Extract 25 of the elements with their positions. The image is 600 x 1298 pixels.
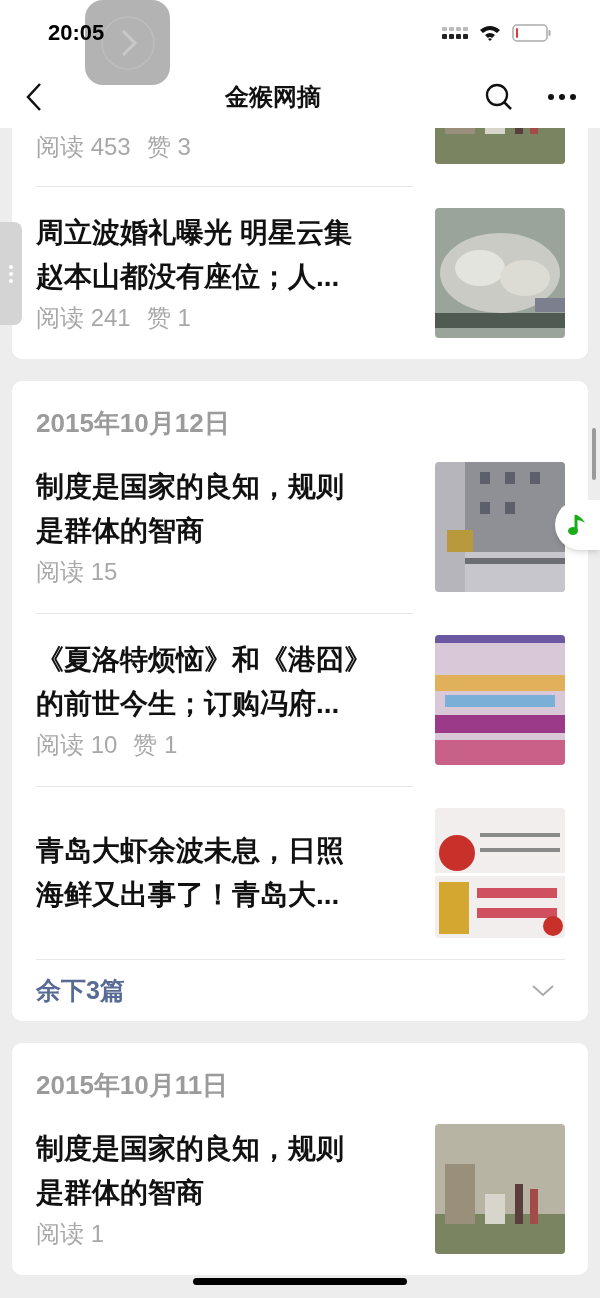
date-heading: 2015年10月12日: [36, 407, 231, 440]
like-count: 赞 1: [133, 730, 178, 760]
chevron-down-icon: [531, 983, 555, 998]
scrollbar: [592, 428, 596, 480]
status-time: 20:05: [48, 19, 105, 47]
side-handle[interactable]: [0, 222, 22, 325]
like-count: 赞 3: [146, 132, 191, 162]
read-count: 阅读 1: [36, 1219, 104, 1249]
battery-icon: [512, 22, 552, 43]
read-count: 阅读 15: [36, 557, 118, 587]
article-title[interactable]: 制度是国家的良知，规则 是群体的智商: [36, 1127, 413, 1215]
read-count: 阅读 453: [36, 132, 131, 162]
read-count: 阅读 10: [36, 730, 118, 760]
wifi-icon: [478, 23, 502, 42]
like-count: 赞 1: [146, 303, 191, 333]
more-articles-link[interactable]: 余下3篇: [36, 971, 125, 1010]
read-count: 阅读 241: [36, 303, 131, 333]
music-note-icon: [567, 512, 588, 538]
date-heading: 2015年10月11日: [36, 1069, 230, 1102]
article-title[interactable]: 制度是国家的良知，规则 是群体的智商: [36, 465, 413, 553]
article-title[interactable]: 周立波婚礼曝光 明星云集 赵本山都没有座位；人...: [36, 211, 413, 299]
signal-icon: [442, 25, 470, 40]
nav-title: 金猴网摘: [225, 81, 321, 112]
article-title[interactable]: 青岛大虾余波未息，日照 海鲜又出事了！青岛大...: [36, 829, 413, 917]
article-title[interactable]: 《夏洛特烦恼》和《港囧》 的前世今生；订购冯府...: [36, 638, 413, 726]
